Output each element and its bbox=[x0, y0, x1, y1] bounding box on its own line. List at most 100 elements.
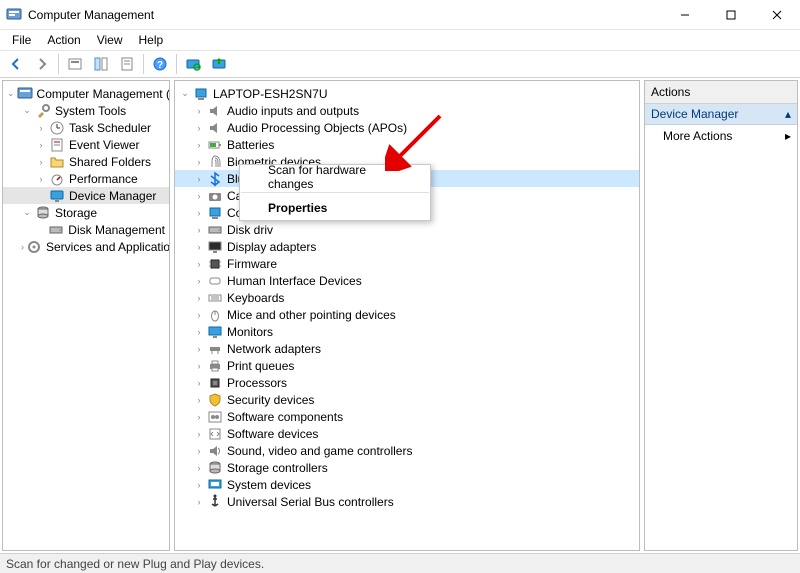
expand-icon[interactable]: › bbox=[35, 156, 47, 168]
expand-icon[interactable]: › bbox=[193, 224, 205, 236]
help-button[interactable]: ? bbox=[148, 52, 172, 76]
add-legacy-button[interactable] bbox=[207, 52, 231, 76]
tree-item[interactable]: ⌄Storage bbox=[3, 204, 169, 221]
device-category[interactable]: › Network adapters bbox=[175, 340, 639, 357]
expand-icon[interactable]: › bbox=[193, 462, 205, 474]
tree-item[interactable]: ›Services and Applications bbox=[3, 238, 169, 255]
display-icon bbox=[207, 239, 223, 255]
expand-icon[interactable]: › bbox=[193, 190, 205, 202]
tree-label: Device Manager bbox=[69, 189, 156, 203]
device-category[interactable]: › Firmware bbox=[175, 255, 639, 272]
close-button[interactable] bbox=[754, 0, 800, 30]
tree-item[interactable]: ›Performance bbox=[3, 170, 169, 187]
up-button[interactable] bbox=[63, 52, 87, 76]
context-properties[interactable]: Properties bbox=[240, 196, 430, 220]
expand-icon[interactable]: › bbox=[35, 173, 47, 185]
device-category[interactable]: ›Processors bbox=[175, 374, 639, 391]
device-tree-pane[interactable]: ⌄LAPTOP-ESH2SN7U›Audio inputs and output… bbox=[174, 80, 640, 551]
device-category[interactable]: ›Display adapters bbox=[175, 238, 639, 255]
device-category[interactable]: ›Storage controllers bbox=[175, 459, 639, 476]
tree-item[interactable]: Disk Management bbox=[3, 221, 169, 238]
expand-icon[interactable]: › bbox=[21, 241, 24, 253]
expand-icon[interactable]: ⌄ bbox=[179, 88, 191, 100]
audio-icon bbox=[207, 103, 223, 119]
expand-icon[interactable]: › bbox=[193, 411, 205, 423]
expand-icon[interactable]: › bbox=[193, 309, 205, 321]
device-category[interactable]: ›Monitors bbox=[175, 323, 639, 340]
tree-item[interactable]: ⌄System Tools bbox=[3, 102, 169, 119]
expand-icon[interactable]: › bbox=[35, 139, 47, 151]
expand-icon[interactable]: › bbox=[193, 377, 205, 389]
scan-hardware-button[interactable] bbox=[181, 52, 205, 76]
expand-icon[interactable]: ⌄ bbox=[21, 207, 33, 219]
actions-subheader-label: Device Manager bbox=[651, 107, 738, 121]
tree-item[interactable]: ›Task Scheduler bbox=[3, 119, 169, 136]
menu-view[interactable]: View bbox=[89, 33, 131, 47]
properties-button[interactable] bbox=[115, 52, 139, 76]
expand-icon[interactable]: › bbox=[193, 496, 205, 508]
services-icon bbox=[26, 239, 42, 255]
expand-icon[interactable]: ⌄ bbox=[21, 105, 33, 117]
device-category[interactable]: ›Audio inputs and outputs bbox=[175, 102, 639, 119]
expand-icon[interactable]: › bbox=[193, 292, 205, 304]
expand-icon[interactable]: › bbox=[193, 207, 205, 219]
window-title: Computer Management bbox=[28, 8, 154, 22]
expand-icon[interactable]: › bbox=[193, 428, 205, 440]
menu-help[interactable]: Help bbox=[131, 33, 172, 47]
device-category[interactable]: ›Software components bbox=[175, 408, 639, 425]
forward-button[interactable] bbox=[30, 52, 54, 76]
menu-file[interactable]: File bbox=[4, 33, 39, 47]
device-category[interactable]: ›Mice and other pointing devices bbox=[175, 306, 639, 323]
actions-subheader[interactable]: Device Manager ▴ bbox=[645, 104, 797, 125]
console-tree[interactable]: ⌄Computer Management (Local)⌄System Tool… bbox=[3, 81, 169, 259]
device-category[interactable]: ›Software devices bbox=[175, 425, 639, 442]
camera-icon bbox=[207, 188, 223, 204]
console-tree-pane[interactable]: ⌄Computer Management (Local)⌄System Tool… bbox=[2, 80, 170, 551]
device-category[interactable]: ›Sound, video and game controllers bbox=[175, 442, 639, 459]
expand-icon[interactable]: › bbox=[193, 139, 205, 151]
expand-icon[interactable]: › bbox=[193, 479, 205, 491]
device-category[interactable]: ›Security devices bbox=[175, 391, 639, 408]
tree-item[interactable]: ›Shared Folders bbox=[3, 153, 169, 170]
expand-icon[interactable]: › bbox=[193, 105, 205, 117]
tree-root[interactable]: ⌄Computer Management (Local) bbox=[3, 85, 169, 102]
context-menu: Scan for hardware changes Properties bbox=[239, 164, 431, 221]
actions-more[interactable]: More Actions ▸ bbox=[645, 125, 797, 147]
minimize-button[interactable] bbox=[662, 0, 708, 30]
expand-icon[interactable]: › bbox=[193, 326, 205, 338]
maximize-button[interactable] bbox=[708, 0, 754, 30]
device-category[interactable]: ›Audio Processing Objects (APOs) bbox=[175, 119, 639, 136]
expand-icon[interactable]: › bbox=[35, 122, 47, 134]
context-scan-hardware[interactable]: Scan for hardware changes bbox=[240, 165, 430, 189]
device-tree[interactable]: ⌄LAPTOP-ESH2SN7U›Audio inputs and output… bbox=[175, 81, 639, 514]
expand-icon[interactable]: › bbox=[193, 343, 205, 355]
device-category[interactable]: ›Batteries bbox=[175, 136, 639, 153]
back-button[interactable] bbox=[4, 52, 28, 76]
keyboard-icon bbox=[207, 290, 223, 306]
expand-icon[interactable]: › bbox=[193, 173, 205, 185]
expand-icon[interactable]: › bbox=[193, 122, 205, 134]
expand-icon[interactable]: › bbox=[193, 258, 205, 270]
device-category[interactable]: ›Keyboards bbox=[175, 289, 639, 306]
menu-action[interactable]: Action bbox=[39, 33, 88, 47]
disk-icon bbox=[207, 222, 223, 238]
expand-icon[interactable]: › bbox=[193, 394, 205, 406]
device-label: Network adapters bbox=[227, 342, 321, 356]
tree-item[interactable]: Device Manager bbox=[3, 187, 169, 204]
device-category[interactable]: ›Human Interface Devices bbox=[175, 272, 639, 289]
device-category[interactable]: ›System devices bbox=[175, 476, 639, 493]
device-root[interactable]: ⌄LAPTOP-ESH2SN7U bbox=[175, 85, 639, 102]
show-hide-button[interactable] bbox=[89, 52, 113, 76]
expand-icon[interactable]: › bbox=[193, 275, 205, 287]
disk-icon bbox=[48, 222, 64, 238]
device-category[interactable]: ›Print queues bbox=[175, 357, 639, 374]
tree-item[interactable]: ›Event Viewer bbox=[3, 136, 169, 153]
device-category[interactable]: ›Universal Serial Bus controllers bbox=[175, 493, 639, 510]
expand-icon[interactable]: › bbox=[193, 360, 205, 372]
device-label: Firmware bbox=[227, 257, 277, 271]
expand-icon[interactable]: › bbox=[193, 241, 205, 253]
expand-icon[interactable]: › bbox=[193, 445, 205, 457]
expand-icon[interactable]: ⌄ bbox=[7, 88, 15, 100]
device-category[interactable]: ›Disk driv bbox=[175, 221, 639, 238]
expand-icon[interactable]: › bbox=[193, 156, 205, 168]
